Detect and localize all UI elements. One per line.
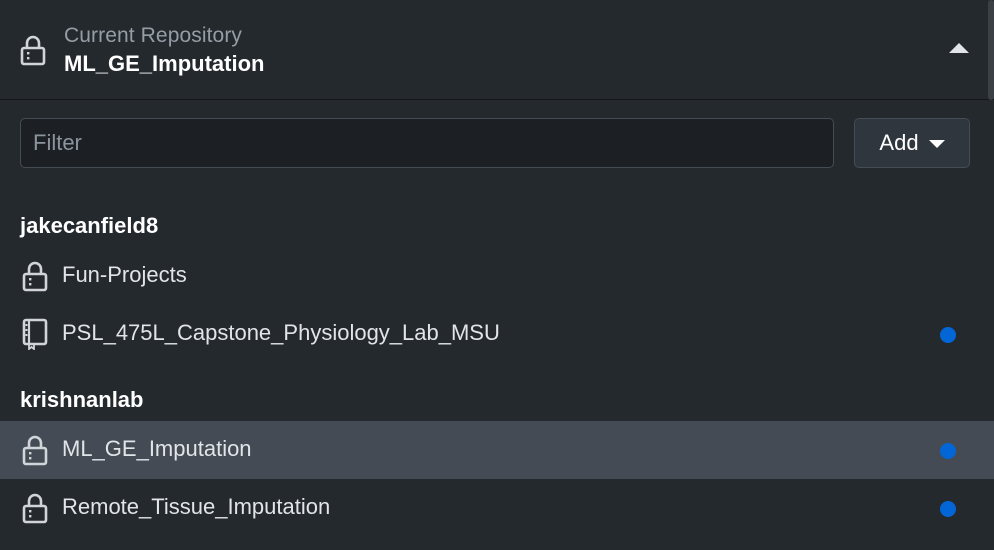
lock-icon	[22, 435, 48, 466]
group-title-krishnanlab: krishnanlab	[20, 387, 144, 412]
add-button-label: Add	[879, 130, 919, 155]
uncommitted-changes-dot	[940, 327, 956, 343]
repo-row-fun-projects[interactable]: Fun-Projects	[0, 247, 994, 305]
scrollbar[interactable]	[988, 0, 994, 100]
caret-up-icon[interactable]	[949, 43, 969, 53]
lock-icon	[22, 261, 48, 292]
repo-row-psl-475l[interactable]: PSL_475L_Capstone_Physiology_Lab_MSU	[0, 305, 994, 363]
repo-name: ML_GE_Imputation	[62, 436, 252, 461]
repository-panel: Current Repository ML_GE_Imputation Add …	[0, 0, 994, 550]
current-repository-label: Current Repository	[64, 24, 243, 47]
caret-down-icon	[928, 140, 945, 148]
current-repository-name: ML_GE_Imputation	[64, 51, 265, 76]
uncommitted-changes-dot	[940, 501, 956, 517]
repo-name: Remote_Tissue_Imputation	[62, 494, 331, 519]
lock-icon	[20, 35, 46, 66]
repo-name: PSL_475L_Capstone_Physiology_Lab_MSU	[62, 320, 500, 345]
repo-row-ml-ge-imputation[interactable]: ML_GE_Imputation	[0, 421, 994, 479]
add-button[interactable]: Add	[854, 118, 970, 168]
lock-icon	[22, 493, 48, 524]
filter-input[interactable]	[20, 118, 834, 168]
current-repository-header[interactable]: Current Repository ML_GE_Imputation	[0, 0, 994, 100]
repo-row-remote-tissue-imputation[interactable]: Remote_Tissue_Imputation	[0, 479, 994, 537]
group-title-jakecanfield8: jakecanfield8	[20, 213, 159, 238]
repo-book-icon	[22, 318, 48, 350]
uncommitted-changes-dot	[940, 443, 956, 459]
repo-name: Fun-Projects	[62, 262, 187, 287]
